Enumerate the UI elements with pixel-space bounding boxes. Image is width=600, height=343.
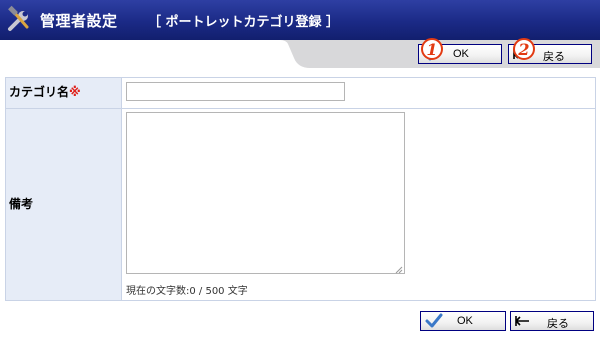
bottom-ok-button-label: OK	[457, 315, 473, 327]
bottom-back-button-label: 戻る	[547, 318, 569, 330]
resize-grip-icon[interactable]	[394, 263, 403, 274]
char-count: 現在の文字数:0 / 500 文字	[126, 286, 248, 297]
check-icon	[425, 313, 443, 332]
back-button-label: 戻る	[543, 51, 565, 63]
column-divider	[121, 78, 122, 300]
required-mark: ※	[69, 85, 81, 99]
notes-textarea[interactable]	[126, 112, 405, 274]
notes-label: 備考	[9, 197, 34, 211]
page-subtitle: ［ ポートレットカテゴリ登録 ］	[148, 15, 340, 30]
bottom-back-button[interactable]: 戻る	[510, 311, 594, 331]
ok-button-label: OK	[453, 48, 469, 60]
category-label-cell: カテゴリ名※	[6, 78, 121, 108]
callout-badge-2: 2	[513, 38, 535, 60]
callout-badge-1: 1	[421, 38, 443, 60]
back-arrow-icon	[515, 314, 531, 331]
header-bar: 管理者設定 ［ ポートレットカテゴリ登録 ］	[0, 0, 600, 40]
category-name-input[interactable]	[126, 82, 345, 101]
notes-label-cell: 備考	[6, 109, 121, 300]
bottom-ok-button[interactable]: OK	[420, 311, 506, 331]
tools-icon	[5, 5, 35, 35]
category-label: カテゴリ名	[9, 85, 70, 99]
page-title: 管理者設定	[40, 12, 118, 30]
